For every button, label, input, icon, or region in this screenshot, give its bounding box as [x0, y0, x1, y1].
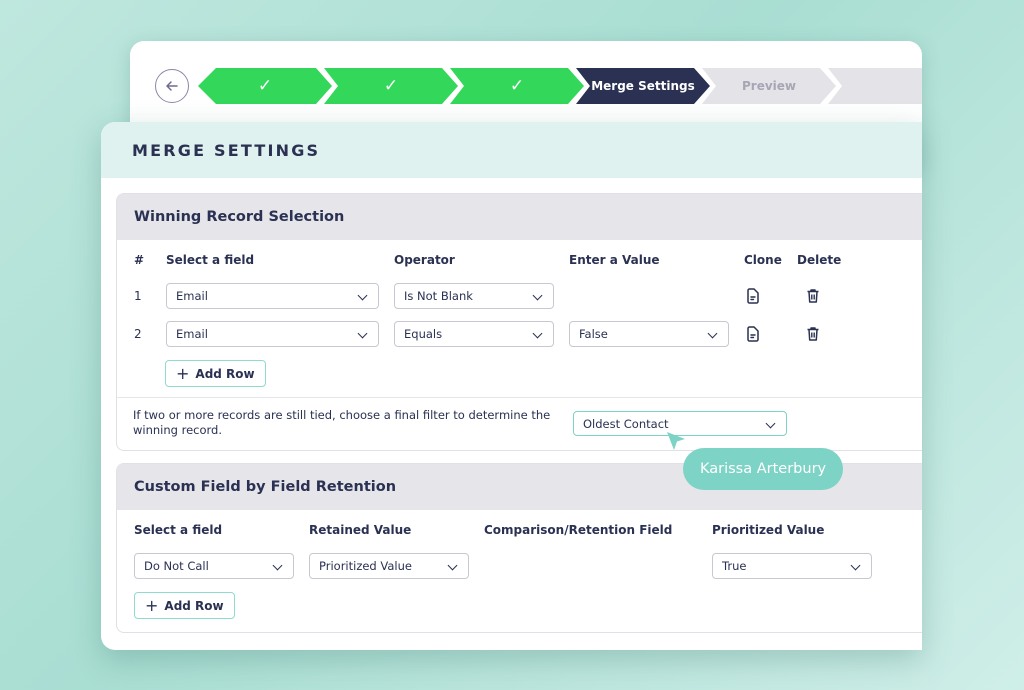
step-label: Merge Settings [591, 79, 695, 93]
operator-select-value: Is Not Blank [404, 289, 473, 303]
step-3[interactable]: ✓ [450, 68, 584, 104]
arrow-left-icon [166, 81, 178, 91]
retention-field-value: Do Not Call [144, 559, 209, 573]
value-select[interactable]: False [569, 321, 729, 347]
merge-settings-card: MERGE SETTINGS Winning Record Selection … [101, 122, 922, 650]
add-row-button[interactable]: + Add Row [134, 592, 235, 619]
chevron-down-icon [850, 560, 861, 571]
field-select[interactable]: Email [166, 321, 379, 347]
plus-icon: + [176, 363, 190, 383]
page-title: MERGE SETTINGS [101, 122, 922, 178]
step-2[interactable]: ✓ [324, 68, 458, 104]
step-6[interactable] [828, 68, 922, 104]
column-header-value: Enter a Value [569, 253, 660, 267]
step-merge-settings[interactable]: Merge Settings [576, 68, 710, 104]
column-header-field: Select a field [166, 253, 255, 267]
add-row-button[interactable]: + Add Row [165, 360, 266, 387]
plus-icon: + [145, 595, 159, 615]
trash-icon[interactable] [806, 326, 820, 342]
column-header-delete: Delete [797, 253, 842, 267]
chevron-down-icon [357, 328, 368, 339]
step-label: Preview [741, 79, 796, 93]
column-header-prioritized: Prioritized Value [712, 523, 825, 537]
field-select[interactable]: Email [166, 283, 379, 309]
check-icon: ✓ [509, 76, 525, 96]
column-header-num: # [134, 253, 145, 267]
operator-select[interactable]: Is Not Blank [394, 283, 554, 309]
prioritized-value-select[interactable]: True [712, 553, 872, 579]
check-icon: ✓ [257, 76, 273, 96]
back-button[interactable] [155, 69, 189, 103]
column-header-clone: Clone [744, 253, 782, 267]
column-header-operator: Operator [394, 253, 455, 267]
chevron-down-icon [447, 560, 458, 571]
field-select-value: Email [176, 327, 208, 341]
row-number: 2 [134, 327, 142, 341]
retained-value-select[interactable]: Prioritized Value [309, 553, 469, 579]
collaborator-cursor-icon [667, 432, 685, 450]
retention-field-select[interactable]: Do Not Call [134, 553, 294, 579]
tie-breaker-text: If two or more records are still tied, c… [133, 408, 551, 437]
check-icon: ✓ [383, 76, 399, 96]
winning-record-panel: Winning Record Selection # Select a fiel… [116, 193, 922, 451]
tie-breaker-value: Oldest Contact [583, 416, 669, 431]
tie-breaker-row: If two or more records are still tied, c… [117, 397, 922, 450]
column-header-retained: Retained Value [309, 523, 412, 537]
column-header-comparison: Comparison/Retention Field [484, 523, 673, 537]
chevron-down-icon [357, 290, 368, 301]
operator-select-value: Equals [404, 327, 443, 341]
add-row-label: Add Row [195, 366, 255, 381]
trash-icon[interactable] [806, 288, 820, 304]
add-row-label: Add Row [164, 598, 224, 613]
chevron-down-icon [532, 290, 543, 301]
chevron-down-icon [532, 328, 543, 339]
value-select-value: False [579, 327, 608, 341]
prioritized-value-value: True [722, 559, 747, 573]
panel-title: Winning Record Selection [117, 194, 922, 240]
step-1[interactable]: ✓ [198, 68, 332, 104]
clone-icon[interactable] [746, 326, 760, 342]
chevron-down-icon [765, 418, 776, 429]
field-select-value: Email [176, 289, 208, 303]
chevron-down-icon [272, 560, 283, 571]
chevron-down-icon [707, 328, 718, 339]
clone-icon[interactable] [746, 288, 760, 304]
row-number: 1 [134, 289, 142, 303]
retained-value-value: Prioritized Value [319, 559, 412, 573]
operator-select[interactable]: Equals [394, 321, 554, 347]
wizard-stepper: ✓ ✓ ✓ Merge Settings Preview [198, 68, 922, 104]
column-header-field: Select a field [134, 523, 223, 537]
step-preview[interactable]: Preview [702, 68, 836, 104]
collaborator-name-tag: Karissa Arterbury [683, 448, 844, 490]
